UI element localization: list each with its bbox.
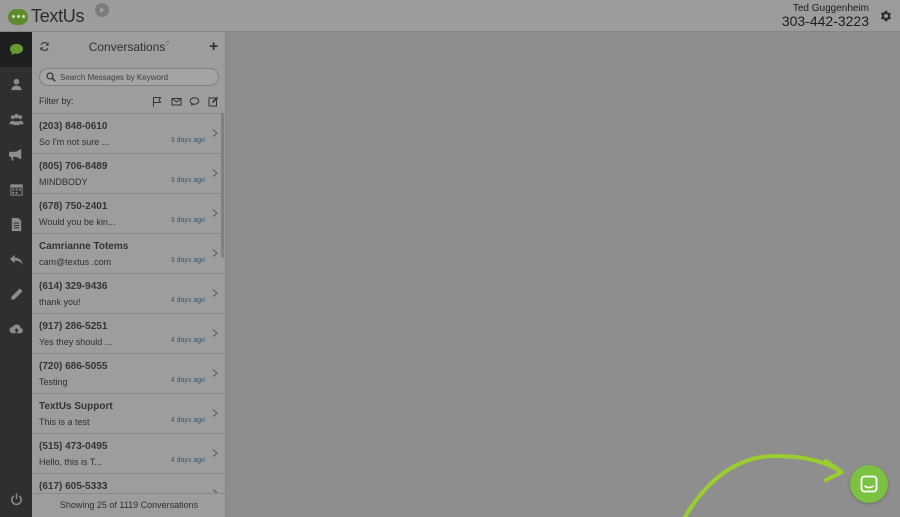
- logo-text: TextUs: [31, 6, 85, 26]
- textus-logo[interactable]: TextUs: [8, 6, 85, 27]
- message-time: 4 days ago: [170, 297, 205, 304]
- panel-header: Conversations? +: [32, 32, 226, 60]
- contact-name: (720) 686-5055: [39, 361, 108, 372]
- compose-icon[interactable]: [208, 96, 219, 107]
- message-time: 4 days ago: [170, 457, 205, 464]
- contact-name: (614) 329-9436: [39, 281, 108, 292]
- chevron-right-icon: [212, 289, 218, 297]
- person-icon: [10, 78, 22, 91]
- chat-window-icon: [860, 475, 878, 493]
- conversation-row[interactable]: (678) 750-2401 Would you be kin... 3 day…: [32, 194, 224, 234]
- left-nav: [0, 32, 32, 517]
- search-box: [39, 68, 219, 86]
- message-snippet: This is a test: [39, 417, 90, 427]
- panel-title: Conversations?: [32, 40, 226, 54]
- nav-campaigns[interactable]: [0, 137, 32, 172]
- top-header: TextUs Ted Guggenheim 303-442-3223: [0, 0, 900, 32]
- chat-icon[interactable]: [189, 96, 200, 107]
- nav-signatures[interactable]: [0, 277, 32, 312]
- chat-bubble-icon: [9, 43, 23, 56]
- message-time: 3 days ago: [170, 177, 205, 184]
- help-icon[interactable]: ?: [165, 41, 169, 48]
- list-scrollbar[interactable]: [221, 113, 224, 258]
- logo-bubble-icon: [8, 8, 28, 25]
- chevron-right-icon: [212, 409, 218, 417]
- contact-name: TextUs Support: [39, 401, 113, 412]
- message-time: 4 days ago: [170, 417, 205, 424]
- message-snippet: cam@textus .com: [39, 257, 112, 267]
- message-snippet: Testing: [39, 377, 68, 387]
- conversation-row[interactable]: (805) 706-8489 MINDBODY 3 days ago: [32, 154, 224, 194]
- nav-groups[interactable]: [0, 102, 32, 137]
- play-icon[interactable]: [95, 3, 109, 17]
- chevron-right-icon: [212, 129, 218, 137]
- nav-templates[interactable]: [0, 207, 32, 242]
- user-phone: 303-442-3223: [781, 13, 869, 29]
- filter-label: Filter by:: [39, 96, 74, 106]
- group-icon: [8, 113, 24, 126]
- message-snippet: Yes they should ...: [39, 337, 113, 347]
- nav-conversations[interactable]: [0, 32, 32, 67]
- new-conversation-button[interactable]: +: [209, 39, 218, 54]
- flag-icon[interactable]: [152, 96, 163, 107]
- contact-name: (515) 473-0495: [39, 441, 108, 452]
- gear-icon[interactable]: [879, 9, 893, 23]
- cloud-upload-icon: [8, 324, 23, 334]
- chevron-right-icon: [212, 449, 218, 457]
- megaphone-icon: [8, 148, 21, 161]
- search-input[interactable]: [60, 70, 215, 84]
- nav-logout[interactable]: [0, 482, 32, 517]
- conversations-panel: Conversations? + Filter by: (203) 848-06…: [32, 32, 226, 517]
- calendar-icon: [9, 184, 23, 196]
- message-time: 4 days ago: [170, 377, 205, 384]
- contact-name: (805) 706-8489: [39, 161, 108, 172]
- nav-import[interactable]: [0, 312, 32, 347]
- message-snippet: Hello, this is T...: [39, 457, 102, 467]
- conversation-row[interactable]: TextUs Support This is a test 4 days ago: [32, 394, 224, 434]
- conversation-row[interactable]: Camrianne Totems cam@textus .com 3 days …: [32, 234, 224, 274]
- conversation-row[interactable]: (917) 286-5251 Yes they should ... 4 day…: [32, 314, 224, 354]
- pointer-arrow: [683, 453, 844, 517]
- message-time: 3 days ago: [170, 217, 205, 224]
- contact-name: (203) 848-0610: [39, 121, 108, 132]
- conversation-row[interactable]: (617) 605-5333: [32, 474, 224, 493]
- contact-name: Camrianne Totems: [39, 241, 129, 252]
- message-snippet: So I'm not sure ...: [39, 137, 110, 147]
- contact-name: (678) 750-2401: [39, 201, 108, 212]
- nav-scheduled[interactable]: [0, 172, 32, 207]
- conversation-row[interactable]: (515) 473-0495 Hello, this is T... 4 day…: [32, 434, 224, 474]
- panel-title-text: Conversations: [88, 40, 166, 54]
- chat-launcher-button[interactable]: [850, 465, 888, 503]
- message-time: 3 days ago: [170, 137, 205, 144]
- chevron-right-icon: [212, 329, 218, 337]
- message-snippet: thank you!: [39, 297, 81, 307]
- power-icon: [10, 493, 22, 506]
- conversation-row[interactable]: (614) 329-9436 thank you! 4 days ago: [32, 274, 224, 314]
- filter-row: Filter by:: [39, 96, 219, 108]
- conversation-row[interactable]: (720) 686-5055 Testing 4 days ago: [32, 354, 224, 394]
- contact-name: (917) 286-5251: [39, 321, 108, 332]
- chevron-right-icon: [212, 249, 218, 257]
- envelope-icon[interactable]: [171, 96, 182, 107]
- search-icon: [46, 72, 56, 82]
- contact-name: (617) 605-5333: [39, 481, 108, 492]
- nav-auto-replies[interactable]: [0, 242, 32, 277]
- document-icon: [11, 217, 21, 232]
- chevron-right-icon: [212, 169, 218, 177]
- conversation-count: Showing 25 of 1119 Conversations: [32, 493, 226, 517]
- chevron-right-icon: [212, 369, 218, 377]
- nav-contacts[interactable]: [0, 67, 32, 102]
- pencil-icon: [10, 288, 23, 300]
- reply-icon: [9, 254, 23, 265]
- chevron-right-icon: [212, 209, 218, 217]
- conversation-list: (203) 848-0610 So I'm not sure ... 3 day…: [32, 113, 226, 493]
- message-time: 4 days ago: [170, 337, 205, 344]
- conversation-row[interactable]: (203) 848-0610 So I'm not sure ... 3 day…: [32, 114, 224, 154]
- message-time: 3 days ago: [170, 257, 205, 264]
- message-snippet: MINDBODY: [39, 177, 88, 187]
- message-snippet: Would you be kin...: [39, 217, 116, 227]
